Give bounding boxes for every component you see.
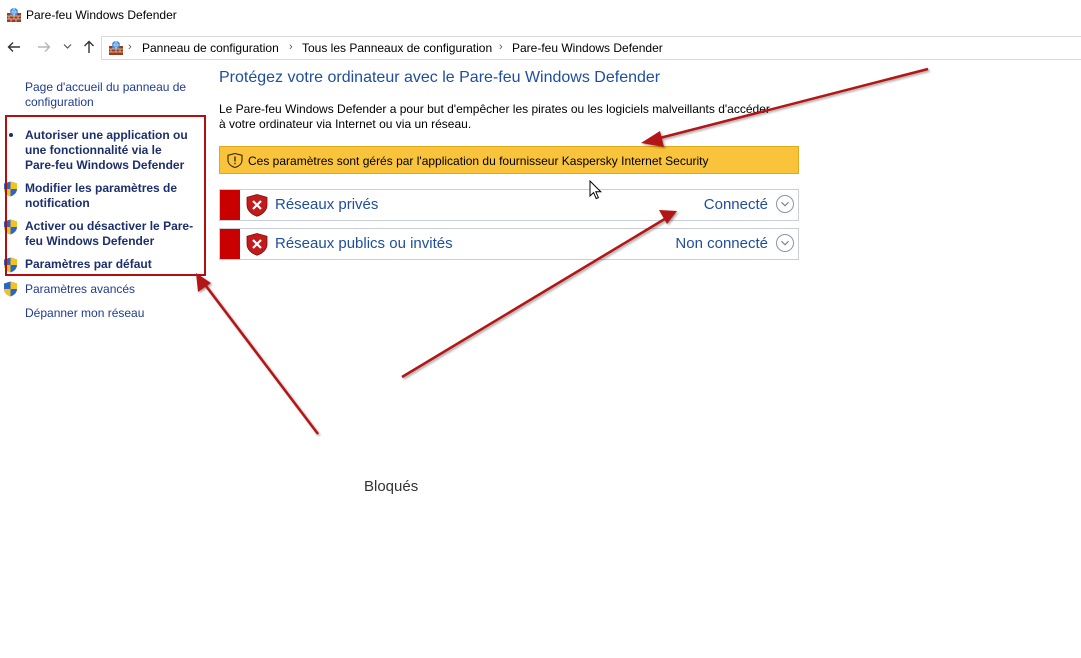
uac-shield-icon — [4, 281, 17, 297]
recent-dropdown-icon[interactable] — [60, 35, 74, 59]
breadcrumb-item[interactable]: Pare-feu Windows Defender — [512, 41, 663, 55]
page-heading: Protégez votre ordinateur avec le Pare-f… — [219, 69, 661, 86]
mouse-cursor-icon — [589, 180, 602, 200]
advanced-settings-link[interactable]: Paramètres avancés — [25, 282, 195, 297]
title-bar: Pare-feu Windows Defender — [0, 0, 1081, 32]
expand-chevron-icon[interactable] — [776, 234, 794, 252]
control-panel-icon — [109, 40, 123, 55]
public-networks-row[interactable]: Réseaux publics ou invités Non connecté — [219, 228, 799, 260]
expand-chevron-icon[interactable] — [776, 195, 794, 213]
annotation-arrowhead — [641, 131, 664, 147]
page-description: Le Pare-feu Windows Defender a pour but … — [219, 102, 770, 131]
breadcrumb-chevron-icon: › — [289, 41, 293, 53]
warning-text: Ces paramètres sont gérés par l'applicat… — [248, 154, 709, 168]
annotation-highlight-box — [5, 115, 206, 276]
blocked-status-bar — [220, 190, 240, 220]
network-name: Réseaux privés — [275, 196, 379, 213]
managed-by-warning-banner: Ces paramètres sont gérés par l'applicat… — [219, 146, 799, 174]
blocked-status-bar — [220, 229, 240, 259]
blocked-shield-icon — [246, 194, 268, 217]
private-networks-row[interactable]: Réseaux privés Connecté — [219, 189, 799, 221]
breadcrumb-chevron-icon: › — [128, 41, 132, 53]
troubleshoot-network-link[interactable]: Dépanner mon réseau — [25, 306, 195, 321]
breadcrumb-item[interactable]: Tous les Panneaux de configuration — [302, 41, 492, 55]
network-status: Non connecté — [675, 235, 768, 252]
control-panel-home-link[interactable]: Page d'accueil du panneau de configurati… — [25, 80, 200, 110]
address-bar[interactable]: › Panneau de configuration › Tous les Pa… — [101, 36, 1081, 60]
breadcrumb-item[interactable]: Panneau de configuration — [142, 41, 279, 55]
window-title: Pare-feu Windows Defender — [26, 8, 177, 22]
annotation-caption: Bloqués — [364, 478, 419, 495]
firewall-icon — [7, 7, 21, 22]
back-arrow-icon[interactable] — [5, 35, 23, 59]
warning-shield-icon — [227, 153, 243, 168]
network-name: Réseaux publics ou invités — [275, 235, 453, 252]
network-status: Connecté — [703, 196, 768, 213]
blocked-shield-icon — [246, 233, 268, 256]
up-arrow-icon[interactable] — [80, 35, 98, 59]
annotation-arrow — [202, 281, 319, 435]
breadcrumb-chevron-icon: › — [499, 41, 503, 53]
forward-arrow-icon[interactable] — [35, 35, 53, 59]
